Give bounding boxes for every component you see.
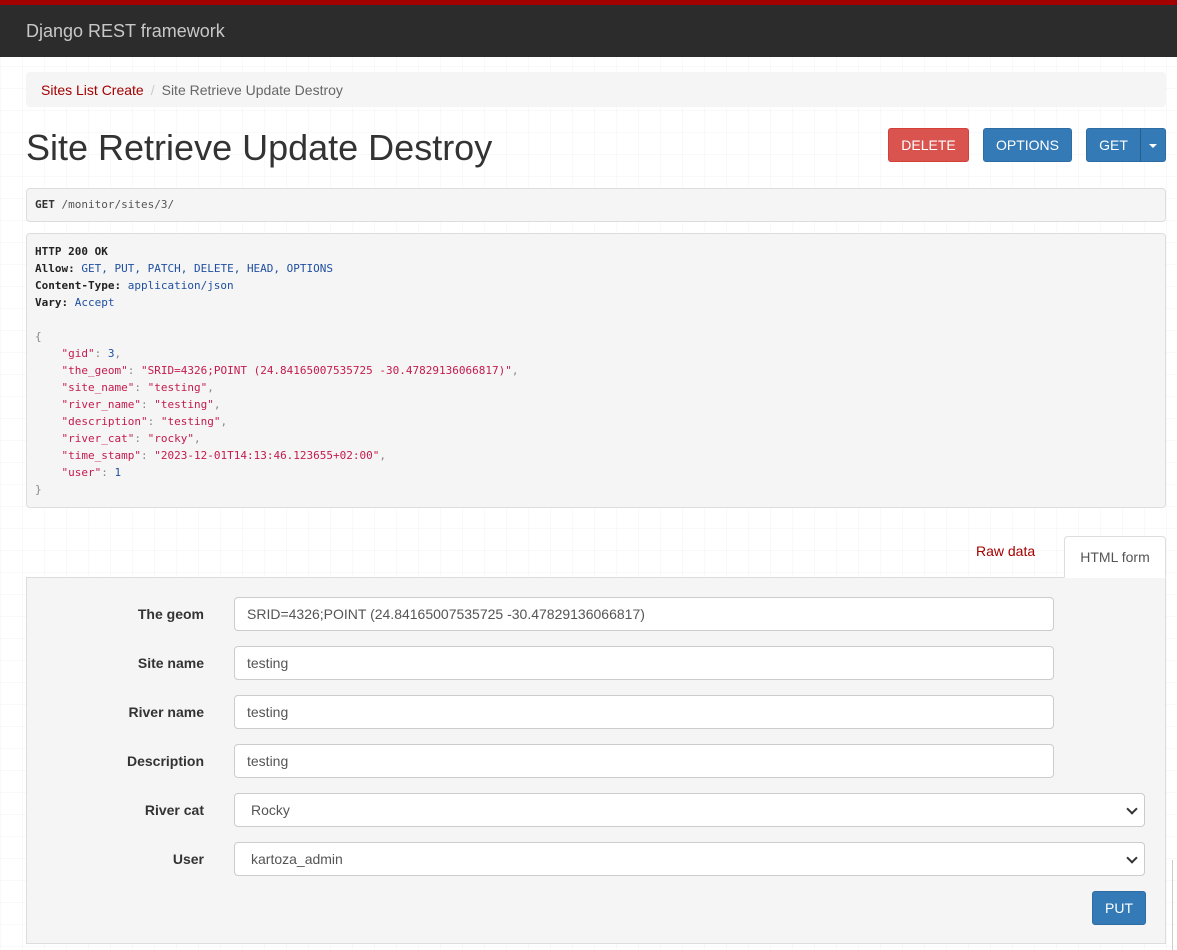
chevron-down-icon	[1126, 852, 1138, 864]
json-close-brace: }	[35, 483, 42, 496]
json-line: "river_name": "testing",	[61, 398, 221, 411]
response-info: HTTP 200 OK Allow: GET, PUT, PATCH, DELE…	[26, 233, 1166, 508]
navbar: Django REST framework	[0, 5, 1177, 57]
breadcrumb-separator: /	[150, 82, 155, 98]
river-cat-selected: Rocky	[251, 802, 290, 818]
tab-html-form[interactable]: HTML form	[1064, 536, 1166, 578]
user-selected: kartoza_admin	[251, 851, 343, 867]
breadcrumb: Sites List Create / Site Retrieve Update D…	[26, 72, 1166, 107]
put-button[interactable]: PUT	[1092, 891, 1146, 925]
response-header: Content-Type: application/json	[35, 279, 234, 292]
json-line: "gid": 3,	[61, 347, 122, 360]
brand-link[interactable]: Django REST framework	[26, 21, 225, 42]
request-method: GET	[35, 198, 55, 211]
description-label: Description	[126, 753, 204, 769]
tab-raw-data[interactable]: Raw data	[976, 543, 1035, 563]
json-line: "description": "testing",	[61, 415, 228, 428]
user-label: User	[172, 851, 204, 867]
breadcrumb-sites-list-create[interactable]: Sites List Create	[41, 82, 144, 98]
river-cat-select[interactable]: Rocky	[234, 793, 1145, 827]
options-button[interactable]: OPTIONS	[983, 128, 1072, 162]
json-line: "site_name": "testing",	[61, 381, 214, 394]
response-header: Vary: Accept	[35, 296, 115, 309]
json-body: "gid": 3, "the_geom": "SRID=4326;POINT (…	[35, 345, 1157, 481]
json-line: "user": 1	[61, 466, 122, 479]
json-open-brace: {	[35, 330, 42, 343]
description-input[interactable]: testing	[234, 744, 1054, 778]
scrollbar-edge	[1172, 860, 1177, 950]
chevron-down-icon	[1126, 803, 1138, 815]
json-line: "river_cat": "rocky",	[61, 432, 201, 445]
site-name-input[interactable]: testing	[234, 646, 1054, 680]
request-path: /monitor/sites/3/	[61, 198, 175, 211]
caret-down-icon	[1149, 144, 1157, 148]
river-name-input[interactable]: testing	[234, 695, 1054, 729]
river-name-label: River name	[128, 704, 204, 720]
get-format-dropdown-toggle[interactable]	[1140, 128, 1166, 162]
the-geom-input[interactable]: SRID=4326;POINT (24.84165007535725 -30.4…	[234, 597, 1054, 631]
response-header: Allow: GET, PUT, PATCH, DELETE, HEAD, OP…	[35, 262, 334, 275]
json-line: "the_geom": "SRID=4326;POINT (24.8416500…	[61, 364, 519, 377]
river-cat-label: River cat	[144, 802, 204, 818]
request-info: GET /monitor/sites/3/	[26, 188, 1166, 222]
response-status: HTTP 200 OK	[35, 245, 108, 258]
page-title: Site Retrieve Update Destroy	[26, 127, 493, 168]
delete-button[interactable]: DELETE	[888, 128, 969, 162]
the-geom-label: The geom	[137, 606, 204, 622]
site-name-label: Site name	[137, 655, 204, 671]
user-select[interactable]: kartoza_admin	[234, 842, 1145, 876]
json-line: "time_stamp": "2023-12-01T14:13:46.12365…	[61, 449, 387, 462]
breadcrumb-current: Site Retrieve Update Destroy	[161, 82, 343, 98]
get-button[interactable]: GET	[1086, 128, 1141, 162]
